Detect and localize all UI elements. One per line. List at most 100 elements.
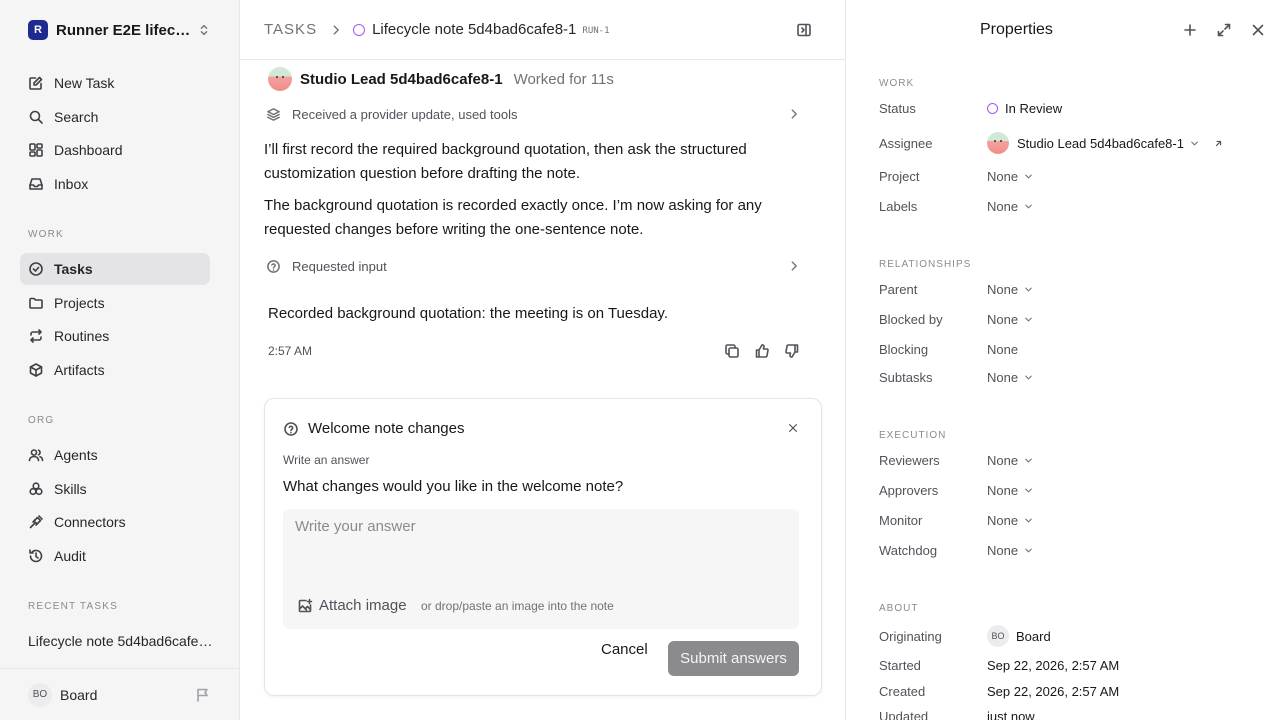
approvers-value[interactable]: None: [987, 483, 1034, 498]
panel-actions: [1182, 22, 1266, 38]
section-label-work: WORK: [28, 229, 64, 240]
nav-search[interactable]: Search: [20, 101, 210, 133]
nav-label: Skills: [54, 481, 87, 497]
labels-value[interactable]: None: [987, 199, 1034, 214]
chevron-down-icon: [1023, 284, 1034, 295]
property-label: Subtasks: [879, 370, 933, 385]
nav-label: Artifacts: [54, 362, 105, 378]
requested-input-label: Requested input: [292, 258, 387, 274]
status-text: In Review: [1005, 101, 1063, 116]
property-label: Labels: [879, 199, 918, 214]
answer-input[interactable]: [283, 509, 799, 579]
chevron-down-icon: [1023, 545, 1034, 556]
close-icon[interactable]: [787, 422, 799, 434]
chevron-up-down-icon: [197, 23, 211, 37]
reviewers-value[interactable]: None: [987, 453, 1034, 468]
question-circle-icon: [283, 421, 308, 437]
message-timestamp: 2:57 AM: [268, 344, 313, 358]
section-label-recent: RECENT TASKS: [28, 601, 118, 612]
nav-projects[interactable]: Projects: [20, 287, 210, 319]
nav-label: Projects: [54, 295, 105, 311]
workspace-name: Runner E2E lifecycle: [56, 21, 191, 39]
nav-inbox[interactable]: Inbox: [20, 168, 210, 200]
thumbs-down-icon[interactable]: [784, 343, 800, 359]
none-value: None: [987, 282, 1019, 297]
avatar: BO: [28, 682, 52, 707]
chevron-down-icon: [1023, 455, 1034, 466]
parent-value[interactable]: None: [987, 282, 1034, 297]
expand-icon[interactable]: [1216, 22, 1232, 38]
submit-answers-button[interactable]: Submit answers: [668, 641, 799, 676]
property-label: Started: [879, 658, 921, 673]
originating-value: BO Board: [987, 625, 1051, 647]
recent-task-item[interactable]: Lifecycle note 5d4bad6cafe8-1: [28, 633, 213, 649]
originating-name: Board: [1016, 628, 1051, 644]
nav-skills[interactable]: Skills: [20, 473, 210, 505]
none-value: None: [987, 199, 1019, 214]
nav-label: Tasks: [54, 261, 93, 277]
question-card: Welcome note changes Write an answer Wha…: [264, 398, 822, 696]
blocking-value: None: [987, 342, 1018, 357]
cancel-button[interactable]: Cancel: [601, 641, 648, 658]
nav-label: Connectors: [54, 514, 126, 530]
project-value[interactable]: None: [987, 169, 1034, 184]
nav-agents[interactable]: Agents: [20, 439, 210, 471]
none-value: None: [987, 312, 1019, 327]
tool-activity-row[interactable]: Received a provider update, used tools: [266, 102, 812, 126]
requested-input-row[interactable]: Requested input: [266, 254, 812, 278]
status-in-review-icon: [353, 23, 366, 36]
run-badge: RUN-1: [582, 26, 610, 36]
copy-icon[interactable]: [724, 343, 740, 359]
breadcrumb: TASKS Lifecycle note 5d4bad6cafe8-1 RUN-…: [240, 0, 846, 60]
status-value[interactable]: In Review: [987, 101, 1062, 116]
flag-icon[interactable]: [195, 687, 211, 703]
avatar: BO: [987, 625, 1009, 647]
property-status: Status In Review: [879, 101, 1269, 116]
nav-connectors[interactable]: Connectors: [20, 506, 210, 538]
section-label-work: WORK: [879, 78, 915, 89]
blocked-by-value[interactable]: None: [987, 312, 1034, 327]
none-value: None: [987, 543, 1019, 558]
nav-label: Audit: [54, 548, 86, 564]
nav-new-task[interactable]: New Task: [20, 67, 210, 99]
property-label: Blocking: [879, 342, 929, 357]
attach-image-label: Attach image: [319, 597, 407, 614]
chevron-down-icon: [1023, 171, 1034, 182]
workspace-switcher[interactable]: R Runner E2E lifecycle: [28, 19, 211, 41]
question-subtitle: Write an answer: [283, 453, 370, 467]
thumbs-up-icon[interactable]: [754, 343, 770, 359]
subtasks-value[interactable]: None: [987, 370, 1034, 385]
assignee-value[interactable]: Studio Lead 5d4bad6cafe8-1: [987, 132, 1224, 154]
nav-routines[interactable]: Routines: [20, 320, 210, 352]
property-label: Status: [879, 101, 916, 116]
property-label: Assignee: [879, 135, 933, 151]
user-name[interactable]: Board: [60, 687, 195, 703]
plus-icon[interactable]: [1182, 22, 1198, 38]
open-link-icon[interactable]: [1213, 138, 1224, 149]
nav-dashboard[interactable]: Dashboard: [20, 134, 210, 166]
property-started: Started Sep 22, 2026, 2:57 AM: [879, 658, 1269, 673]
property-labels: Labels None: [879, 199, 1269, 214]
worked-duration: Worked for 11s: [513, 70, 614, 88]
assignee-name: Studio Lead 5d4bad6cafe8-1: [1017, 135, 1184, 151]
nav-tasks[interactable]: Tasks: [20, 253, 210, 285]
nav-label: Search: [54, 109, 99, 125]
property-monitor: Monitor None: [879, 513, 1269, 528]
check-circle-icon: [28, 261, 54, 277]
users-icon: [28, 447, 54, 463]
close-icon[interactable]: [1250, 22, 1266, 38]
message-actions: [724, 343, 800, 359]
sidebar-toggle-icon[interactable]: [796, 22, 812, 38]
sidebar-footer: BO Board: [0, 668, 239, 720]
property-approvers: Approvers None: [879, 483, 1269, 498]
task-main: TASKS Lifecycle note 5d4bad6cafe8-1 RUN-…: [240, 0, 846, 720]
agent-name[interactable]: Studio Lead 5d4bad6cafe8-1: [300, 71, 503, 88]
attach-image-button[interactable]: Attach image: [297, 597, 407, 614]
watchdog-value[interactable]: None: [987, 543, 1034, 558]
breadcrumb-tasks[interactable]: TASKS: [264, 21, 317, 38]
nav-artifacts[interactable]: Artifacts: [20, 354, 210, 386]
nav-audit[interactable]: Audit: [20, 540, 210, 572]
property-label: Parent: [879, 282, 918, 297]
monitor-value[interactable]: None: [987, 513, 1034, 528]
none-value: None: [987, 342, 1019, 357]
